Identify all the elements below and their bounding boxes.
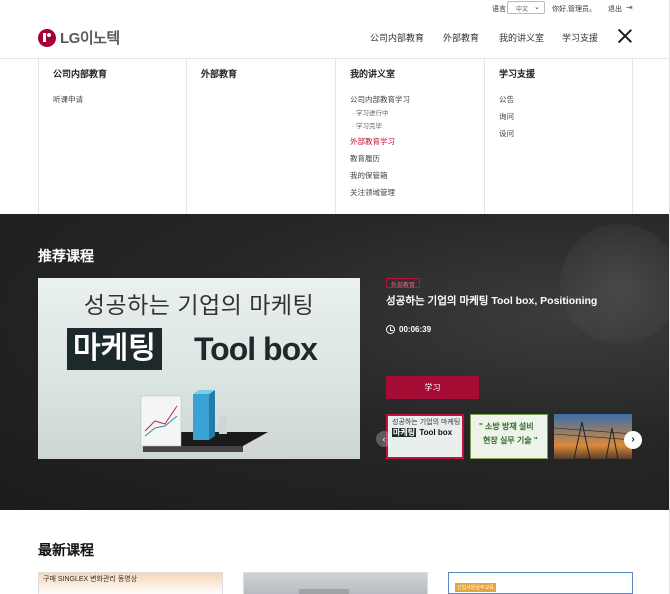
card3-caption: 신입사원실무교육 bbox=[455, 583, 496, 592]
menu-item-notice[interactable]: 公告 bbox=[499, 94, 632, 111]
close-icon[interactable] bbox=[617, 28, 633, 44]
bar-chart-illustration bbox=[140, 390, 268, 452]
clock-icon bbox=[386, 325, 395, 334]
menu-item-internal-learning[interactable]: 公司内部教育学习 bbox=[350, 94, 484, 107]
menu-heading-my-room: 我的讲义室 bbox=[350, 69, 396, 79]
menu-column-support: 学习支援 公告 询问 设问 bbox=[484, 59, 633, 216]
menu-item-interest[interactable]: 关注领域管理 bbox=[350, 187, 484, 204]
thumbnail-carousel: 성공하는 기업의 마케팅 마케팅 Tool box " 소방 방재 설비 현장 … bbox=[386, 414, 634, 459]
carousel-thumb-marketing[interactable]: 성공하는 기업의 마케팅 마케팅 Tool box bbox=[386, 414, 464, 459]
logo-text: LG이노텍 bbox=[60, 30, 120, 47]
carousel-prev-button[interactable]: ‹ bbox=[376, 431, 392, 447]
menu-item-enroll[interactable]: 听课申请 bbox=[53, 94, 187, 111]
thumb1-light-word: Tool box bbox=[419, 428, 453, 437]
header: LG이노텍 公司内部教育 外部教育 我的讲义室 学习支援 bbox=[0, 16, 670, 58]
duration-value: 00:06:39 bbox=[399, 325, 432, 334]
power-tower-image bbox=[554, 421, 632, 459]
menu-heading-internal: 公司内部教育 bbox=[53, 69, 108, 79]
thumbnail-light-word: Tool box bbox=[194, 331, 318, 367]
logout-icon[interactable]: ⇥ bbox=[626, 3, 633, 12]
carousel-thumb-power-lines[interactable] bbox=[554, 414, 632, 459]
nav-my-lecture-room[interactable]: 我的讲义室 bbox=[499, 31, 544, 44]
menu-item-external-learning[interactable]: 外部教育学习 bbox=[350, 136, 484, 153]
latest-courses-title: 最新课程 bbox=[38, 542, 94, 558]
course-duration: 00:06:39 bbox=[386, 325, 431, 334]
nav-learning-support[interactable]: 学习支援 bbox=[562, 31, 598, 44]
lg-logo-icon bbox=[38, 28, 56, 47]
recommended-section: 推荐课程 성공하는 기업의 마케팅 마케팅 Tool box 外部教育 성공하는… bbox=[0, 214, 670, 510]
carousel-next-button[interactable]: › bbox=[624, 431, 642, 449]
background-glow bbox=[560, 224, 670, 344]
card-graphic bbox=[299, 589, 349, 594]
thumbnail-dark-word: 마케팅 bbox=[67, 328, 162, 370]
menu-item-inquiry[interactable]: 询问 bbox=[499, 111, 632, 128]
menu-sub-completed[interactable]: · 学习完毕 bbox=[350, 120, 484, 136]
thumb2-line2: 현장 실무 기술 " bbox=[483, 436, 538, 445]
menu-item-locker[interactable]: 我的保管箱 bbox=[350, 170, 484, 187]
mega-menu: 公司内部教育 听课申请 外部教育 我的讲义室 公司内部教育学习 · 学习进行中 … bbox=[0, 58, 670, 216]
menu-column-my-room: 我的讲义室 公司内部教育学习 · 学习进行中 · 学习完毕 外部教育学习 教育履… bbox=[335, 59, 484, 216]
card1-caption: 구매 SINGLEX 변화관리 동영상 bbox=[43, 576, 138, 583]
main-course-thumbnail[interactable]: 성공하는 기업의 마케팅 마케팅 Tool box bbox=[38, 278, 360, 459]
thumbnail-line1: 성공하는 기업의 마케팅 bbox=[83, 292, 315, 318]
thumb1-line2: 마케팅 Tool box bbox=[392, 427, 453, 438]
category-badge: 外部教育 bbox=[386, 278, 421, 289]
latest-course-card[interactable]: 신입사원실무교육 bbox=[448, 572, 633, 594]
menu-column-external: 外部教育 bbox=[186, 59, 335, 216]
nav-internal-education[interactable]: 公司内部教育 bbox=[370, 31, 424, 44]
thumb1-line1: 성공하는 기업의 마케팅 bbox=[392, 419, 461, 426]
latest-course-card[interactable] bbox=[243, 572, 428, 594]
menu-item-survey[interactable]: 设问 bbox=[499, 128, 632, 145]
utility-bar: 语言 中文 ⌄ 你好,管理员。 退出 ⇥ bbox=[0, 0, 670, 16]
course-title[interactable]: 성공하는 기업의 마케팅 Tool box, Positioning bbox=[386, 293, 597, 308]
menu-item-history[interactable]: 教育履历 bbox=[350, 153, 484, 170]
language-value: 中文 bbox=[516, 7, 529, 13]
menu-column-internal: 公司内部教育 听课申请 bbox=[38, 59, 187, 216]
language-label: 语言 bbox=[492, 6, 506, 13]
nav-external-education[interactable]: 外部教育 bbox=[443, 31, 479, 44]
logout-link[interactable]: 退出 bbox=[608, 4, 622, 14]
chevron-down-icon: ⌄ bbox=[534, 4, 540, 11]
carousel-thumb-fire-safety[interactable]: " 소방 방재 설비 현장 실무 기술 " bbox=[470, 414, 548, 459]
latest-course-card[interactable]: 구매 SINGLEX 변화관리 동영상 bbox=[38, 572, 223, 594]
thumb1-dark-word: 마케팅 bbox=[392, 428, 417, 437]
menu-heading-support: 学习支援 bbox=[499, 69, 536, 79]
menu-sub-in-progress[interactable]: · 学习进行中 bbox=[350, 107, 484, 120]
study-button[interactable]: 学习 bbox=[386, 376, 479, 399]
user-greeting: 你好,管理员。 bbox=[552, 6, 596, 13]
language-select[interactable]: 中文 ⌄ bbox=[507, 1, 545, 14]
menu-heading-external: 外部教育 bbox=[201, 69, 238, 79]
thumb2-line1: " 소방 방재 설비 bbox=[479, 422, 534, 431]
recommended-title: 推荐课程 bbox=[38, 248, 94, 264]
logo[interactable]: LG이노텍 bbox=[38, 27, 120, 48]
